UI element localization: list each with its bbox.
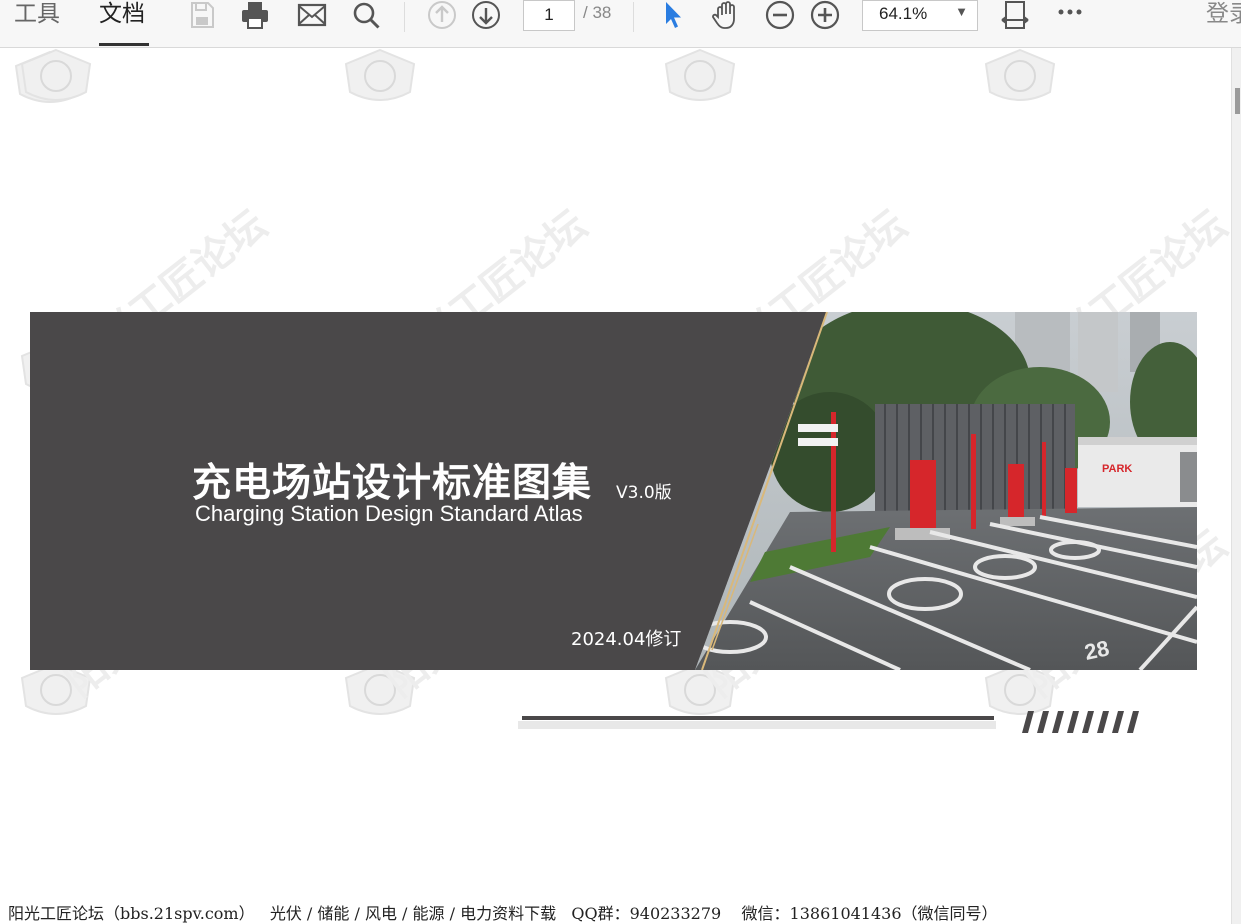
toolbar: 工具 文档 1 / 38 64.1% ▼ 登录 [0,0,1241,48]
toolbar-divider [404,2,405,32]
document-date: 2024.04修订 [571,629,682,650]
select-cursor-icon[interactable] [654,0,690,30]
search-icon[interactable] [348,0,384,30]
zoom-value: 64.1% [879,4,928,23]
save-icon[interactable] [184,0,220,30]
tab-document[interactable]: 文档 [99,0,145,47]
scrollbar-thumb[interactable] [1235,88,1240,114]
more-icon[interactable] [1052,0,1088,30]
print-icon[interactable] [237,0,273,30]
hand-tool-icon[interactable] [708,0,744,30]
decorative-stripes [518,711,1139,733]
active-tab-indicator [99,43,149,46]
page-fit-icon[interactable] [997,0,1033,30]
login-link[interactable]: 登录 [1206,0,1241,28]
prev-page-icon[interactable] [424,0,460,30]
svg-text:28: 28 [1082,635,1111,665]
zoom-select[interactable]: 64.1% ▼ [862,0,978,31]
tab-tools[interactable]: 工具 [14,0,60,47]
zoom-out-icon[interactable] [762,0,798,30]
page-total: / 38 [583,3,612,22]
page-number-input[interactable]: 1 [523,0,575,31]
email-icon[interactable] [294,0,330,30]
next-page-icon[interactable] [468,0,504,30]
park-sign: PARK [1102,463,1132,475]
document-page: 阳光工匠论坛 阳光工匠论坛 阳光工匠论坛 阳光工匠论坛 阳光工匠论坛 阳光工匠论… [0,48,1231,924]
zoom-in-icon[interactable] [807,0,843,30]
page-footer: 阳光工匠论坛（bbs.21spv.com） 光伏 / 储能 / 风电 / 能源 … [8,904,998,923]
document-version: V3.0版 [616,483,672,503]
toolbar-divider [633,2,634,32]
document-title-cn: 充电场站设计标准图集 [192,461,593,506]
document-title-en: Charging Station Design Standard Atlas [195,501,583,526]
chevron-down-icon: ▼ [955,4,968,19]
vertical-scrollbar[interactable] [1231,48,1241,924]
